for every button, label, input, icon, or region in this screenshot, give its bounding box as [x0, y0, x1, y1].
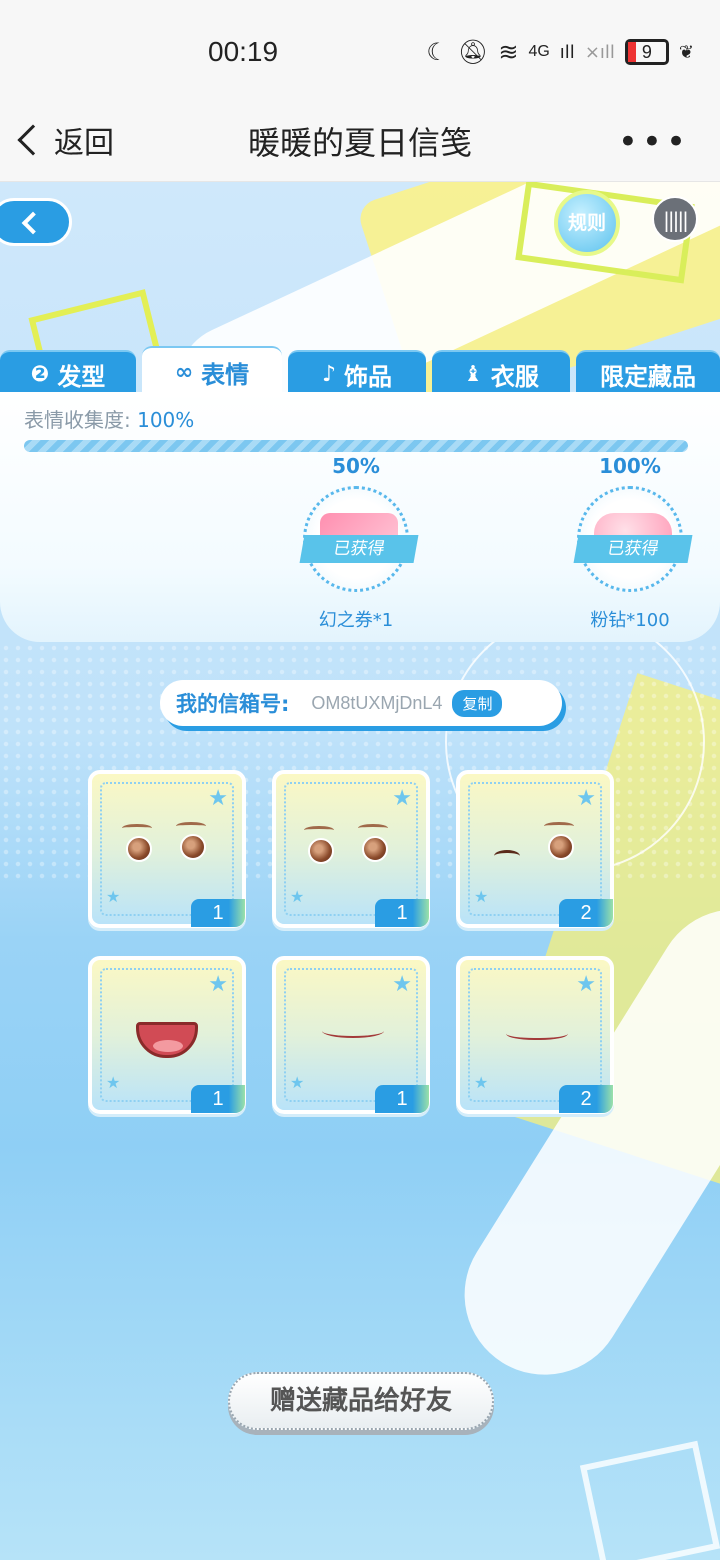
mute-icon: 🔕︎ — [457, 38, 489, 66]
expression-item[interactable]: ★ ★ 1 — [272, 956, 430, 1114]
eye — [180, 834, 206, 860]
wavy-mouth — [506, 1026, 568, 1040]
item-count: 2 — [559, 899, 613, 927]
signal-bars-icon: ıll — [559, 41, 575, 63]
status-time: 00:19 — [208, 36, 279, 67]
eye — [126, 836, 152, 862]
item-count: 1 — [375, 899, 429, 927]
eyebrow — [358, 824, 388, 832]
star-icon: ★ — [208, 786, 228, 811]
gift-to-friend-button[interactable]: 赠送藏品给好友 — [228, 1372, 494, 1430]
item-count: 1 — [375, 1085, 429, 1113]
item-count: 2 — [559, 1085, 613, 1113]
collection-progress-bar — [24, 440, 688, 452]
star-icon: ★ — [106, 887, 121, 906]
sound-wave-icon: ||||| — [663, 208, 689, 232]
smile-mouth — [322, 1024, 384, 1038]
star-icon: ★ — [576, 972, 596, 997]
signal-bars-2-icon: ×ıll — [584, 41, 615, 63]
decor-square — [579, 1440, 720, 1560]
accessory-icon: ♪ — [321, 361, 337, 387]
star-icon: ★ — [474, 1073, 489, 1092]
tab-limited[interactable]: 限定藏品 — [576, 350, 720, 396]
milestone-100[interactable]: 100% 已获得 粉钻*100 — [570, 454, 693, 632]
eyebrow — [304, 826, 334, 834]
tab-clothes[interactable]: ♝ 衣服 — [432, 350, 570, 396]
page-title: 暖暖的夏日信笺 — [247, 124, 472, 162]
item-count: 1 — [191, 899, 245, 927]
sound-button[interactable]: ||||| — [652, 196, 698, 242]
eyebrow — [176, 822, 206, 830]
star-icon: ★ — [576, 786, 596, 811]
moon-icon: ☾ — [426, 38, 448, 66]
star-icon: ★ — [208, 972, 228, 997]
leaf-icon: ❦ — [678, 41, 694, 63]
expression-grid: ★ ★ 1 ★ ★ 1 ★ ★ 2 ★ ★ 1 ★ ★ 1 ★ ★ 2 — [88, 770, 618, 1114]
reward-label: 幻之券*1 — [318, 610, 394, 631]
collection-label: 表情收集度: — [24, 408, 138, 432]
expression-item[interactable]: ★ ★ 1 — [272, 770, 430, 928]
copy-button[interactable]: 复制 — [452, 689, 503, 717]
status-icons: ☾ 🔕︎ ≋ 4G ıll ×ıll 9 ❦ — [426, 38, 694, 66]
game-view: 规则 ||||| ❷ 发型 ∞ 表情 ♪ 饰品 ♝ 衣服 限定藏品 表情收集度:… — [0, 182, 720, 1560]
star-icon: ★ — [392, 786, 412, 811]
nav-bar: 返回 暖暖的夏日信笺 ••• — [0, 100, 720, 182]
reward-disc: 已获得 — [299, 486, 419, 592]
battery-icon: 9 — [624, 39, 669, 65]
signal-icon: 4G — [528, 43, 550, 60]
obtained-badge: 已获得 — [573, 535, 693, 563]
tab-label: 衣服 — [490, 362, 539, 391]
mask-icon: ∞ — [174, 359, 194, 385]
collection-value: 100% — [137, 408, 195, 432]
expression-item[interactable]: ★ ★ 1 — [88, 770, 246, 928]
collection-progress-text: 表情收集度: 100% — [24, 404, 194, 433]
star-icon: ★ — [474, 887, 489, 906]
star-icon: ★ — [290, 887, 305, 906]
clothes-icon: ♝ — [463, 361, 483, 387]
star-icon: ★ — [392, 972, 412, 997]
expression-item[interactable]: ★ ★ 1 — [88, 956, 246, 1114]
winking-eye — [494, 850, 520, 862]
eye — [308, 838, 334, 864]
milestone-percent: 50% — [332, 454, 380, 478]
game-back-button[interactable] — [0, 198, 72, 246]
battery-level: 9 — [641, 42, 652, 62]
eye — [362, 836, 388, 862]
hair-icon: ❷ — [30, 361, 50, 387]
milestone-percent: 100% — [599, 454, 661, 478]
category-tabs: ❷ 发型 ∞ 表情 ♪ 饰品 ♝ 衣服 限定藏品 — [0, 346, 720, 396]
expression-item[interactable]: ★ ★ 2 — [456, 956, 614, 1114]
tab-label: 限定藏品 — [600, 362, 696, 391]
more-button[interactable]: ••• — [618, 122, 690, 162]
wifi-icon: ≋ — [498, 38, 519, 66]
tab-label: 发型 — [57, 362, 106, 391]
eye — [548, 834, 574, 860]
expression-item[interactable]: ★ ★ 2 — [456, 770, 614, 928]
tab-label: 饰品 — [344, 362, 393, 391]
mailbox-code: OM8tUXMjDnL4 — [311, 692, 443, 713]
tab-expression[interactable]: ∞ 表情 — [142, 346, 282, 396]
tab-accessory[interactable]: ♪ 饰品 — [288, 350, 426, 396]
chevron-left-icon — [21, 211, 45, 235]
eyebrow — [122, 824, 152, 832]
reward-disc: 已获得 — [573, 486, 693, 592]
star-icon: ★ — [106, 1073, 121, 1092]
collection-panel: 表情收集度: 100% 50% 已获得 幻之券*1 100% 已获得 粉钻*10… — [0, 392, 720, 642]
tab-label: 表情 — [201, 360, 250, 389]
star-icon: ★ — [290, 1073, 305, 1092]
status-bar: 00:19 ☾ 🔕︎ ≋ 4G ıll ×ıll 9 ❦ — [0, 0, 720, 100]
eyebrow — [544, 822, 574, 830]
rules-button[interactable]: 规则 — [554, 190, 620, 256]
obtained-badge: 已获得 — [299, 535, 419, 563]
tab-hair[interactable]: ❷ 发型 — [0, 350, 136, 396]
item-count: 1 — [191, 1085, 245, 1113]
mailbox-label: 我的信箱号: — [176, 692, 290, 716]
milestone-50[interactable]: 50% 已获得 幻之券*1 — [296, 454, 419, 632]
mailbox-bar: 我的信箱号: OM8tUXMjDnL4 复制 — [160, 680, 562, 726]
reward-label: 粉钻*100 — [590, 610, 670, 631]
